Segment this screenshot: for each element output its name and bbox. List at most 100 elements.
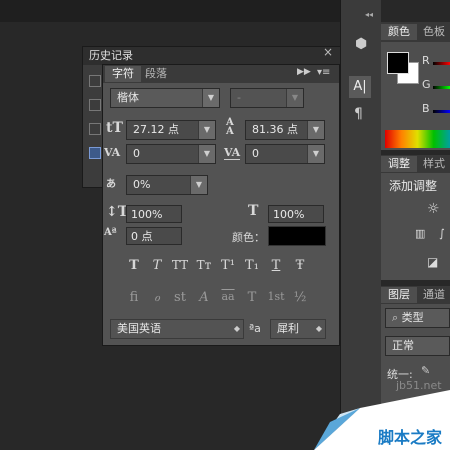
baseline-shift-field[interactable]: 0 点 [126,227,182,245]
faux-bold-button[interactable]: T [124,258,144,273]
tab-layers[interactable]: 图层 [381,287,417,303]
chevron-down-icon: ▼ [202,89,219,107]
discretionary-ligatures-button[interactable]: st [170,290,190,305]
tracking-icon: VA [224,146,241,160]
font-family-select[interactable]: 楷体 ▼ [110,88,220,108]
collapse-icon[interactable]: ▶▶ [297,67,311,77]
horizontal-scale-field[interactable]: 100% [268,205,324,223]
channel-r-slider[interactable] [433,62,450,65]
color-swatch[interactable] [268,226,326,246]
vertical-scale-value: 100% [131,208,163,221]
tab-paragraph[interactable]: 段落 [145,66,167,82]
chevron-down-icon: ▼ [307,121,324,139]
baseline-shift-icon: Aª [104,227,117,238]
foreground-color[interactable] [387,52,409,74]
blend-mode-value: 正常 [392,339,414,352]
font-style-value: - [237,91,241,104]
blend-mode-select[interactable]: 正常 [385,336,450,356]
history-state-icon[interactable] [89,99,101,111]
horizontal-scale-icon: T [248,203,259,219]
tab-color[interactable]: 颜色 [381,24,417,40]
kerning-value: 0 [133,147,140,160]
tsume-icon: あ [106,179,116,190]
faux-italic-button[interactable]: T [147,258,167,273]
chevron-down-icon: ▼ [198,145,215,163]
ordinals-button[interactable]: 1st [266,290,286,303]
layer-filter-value: 类型 [401,311,424,324]
subscript-button[interactable]: T₁ [242,258,262,273]
paragraph-icon[interactable]: ¶ [354,106,363,122]
chevron-down-icon: ▼ [190,176,207,194]
curves-icon[interactable]: ∫ [439,227,445,240]
3d-cube-icon[interactable]: ⬢ [355,36,367,52]
titling-alternates-button[interactable]: T [242,290,262,305]
font-size-icon: tT [106,120,123,136]
underline-button[interactable]: T [266,258,286,273]
layer-filter-select[interactable]: ⌕ 类型 [385,308,450,328]
leading-field[interactable]: 81.36 点 ▼ [245,120,325,140]
stylistic-alternates-button[interactable]: aa [218,290,238,303]
history-state-icon[interactable] [89,75,101,87]
kerning-field[interactable]: 0 ▼ [126,144,216,164]
chevron-down-icon: ▼ [307,145,324,163]
tsume-value: 0% [133,178,151,191]
tab-channels[interactable]: 通道 [423,287,445,303]
anti-alias-value: 犀利 [277,322,299,335]
baseline-shift-value: 0 点 [131,230,153,243]
chevron-updown-icon: ◆ [233,324,240,333]
tab-swatches[interactable]: 色板 [423,24,445,40]
character-panel-icon[interactable]: A| [349,76,371,98]
ligatures-button[interactable]: fi [124,290,144,305]
color-panel: 颜色 色板 R G B [381,22,450,150]
leading-value: 81.36 点 [252,123,298,136]
tracking-value: 0 [252,147,259,160]
history-state-icon[interactable] [89,147,101,159]
spectrum-ramp[interactable] [385,130,450,148]
tab-character[interactable]: 字符 [105,66,141,82]
horizontal-scale-value: 100% [273,208,305,221]
fractions-button[interactable]: ½ [290,290,310,305]
tab-styles[interactable]: 样式 [423,156,445,172]
superscript-button[interactable]: T¹ [218,258,238,273]
vertical-scale-field[interactable]: 100% [126,205,182,223]
anti-alias-label: ªa [249,322,261,335]
close-icon[interactable]: × [323,45,333,59]
color-label: 颜色： [232,231,265,244]
font-size-value: 27.12 点 [133,123,179,136]
levels-icon[interactable]: ▥ [415,227,425,240]
tab-adjustments[interactable]: 调整 [381,156,417,172]
chevron-updown-icon: ◆ [315,324,322,333]
tracking-field[interactable]: 0 ▼ [245,144,325,164]
contextual-alternates-button[interactable]: ℴ [147,290,167,305]
anti-alias-select[interactable]: 犀利 ◆ [270,319,326,339]
adjustments-title: 添加调整 [389,179,438,193]
channel-g-slider[interactable] [433,86,450,89]
small-caps-button[interactable]: Tт [194,258,214,272]
panel-menu-icon[interactable]: ▾≡ [317,67,330,78]
adjustments-panel: 调整 样式 添加调整 ☼ ▥ ∫ ◪ [381,155,450,280]
expand-icon[interactable]: ◂◂ [365,10,373,19]
channel-b-label: B [422,102,430,115]
language-value: 美国英语 [117,322,161,335]
kerning-icon: VA [104,146,121,159]
channel-b-slider[interactable] [433,110,450,113]
photo-filter-icon[interactable]: ◪ [427,255,438,269]
channel-r-label: R [422,54,430,67]
watermark-site: jb51.net [396,379,442,392]
tsume-field[interactable]: 0% ▼ [126,175,208,195]
history-panel-title[interactable]: 历史记录 [89,48,133,64]
language-select[interactable]: 美国英语 ◆ [110,319,244,339]
brightness-icon[interactable]: ☼ [427,201,440,217]
watermark: jb51.net 脚本之家 [300,370,450,450]
swash-button[interactable]: A [194,290,214,305]
channel-g-label: G [422,78,431,91]
font-family-value: 楷体 [117,91,139,104]
watermark-brand: 脚本之家 [378,428,443,447]
font-style-select[interactable]: - ▼ [230,88,304,108]
leading-icon: AA [226,117,234,137]
strikethrough-button[interactable]: Ŧ [290,258,310,273]
all-caps-button[interactable]: TT [170,258,190,272]
history-state-icon[interactable] [89,123,101,135]
font-size-field[interactable]: 27.12 点 ▼ [126,120,216,140]
chevron-down-icon: ▼ [286,89,303,107]
